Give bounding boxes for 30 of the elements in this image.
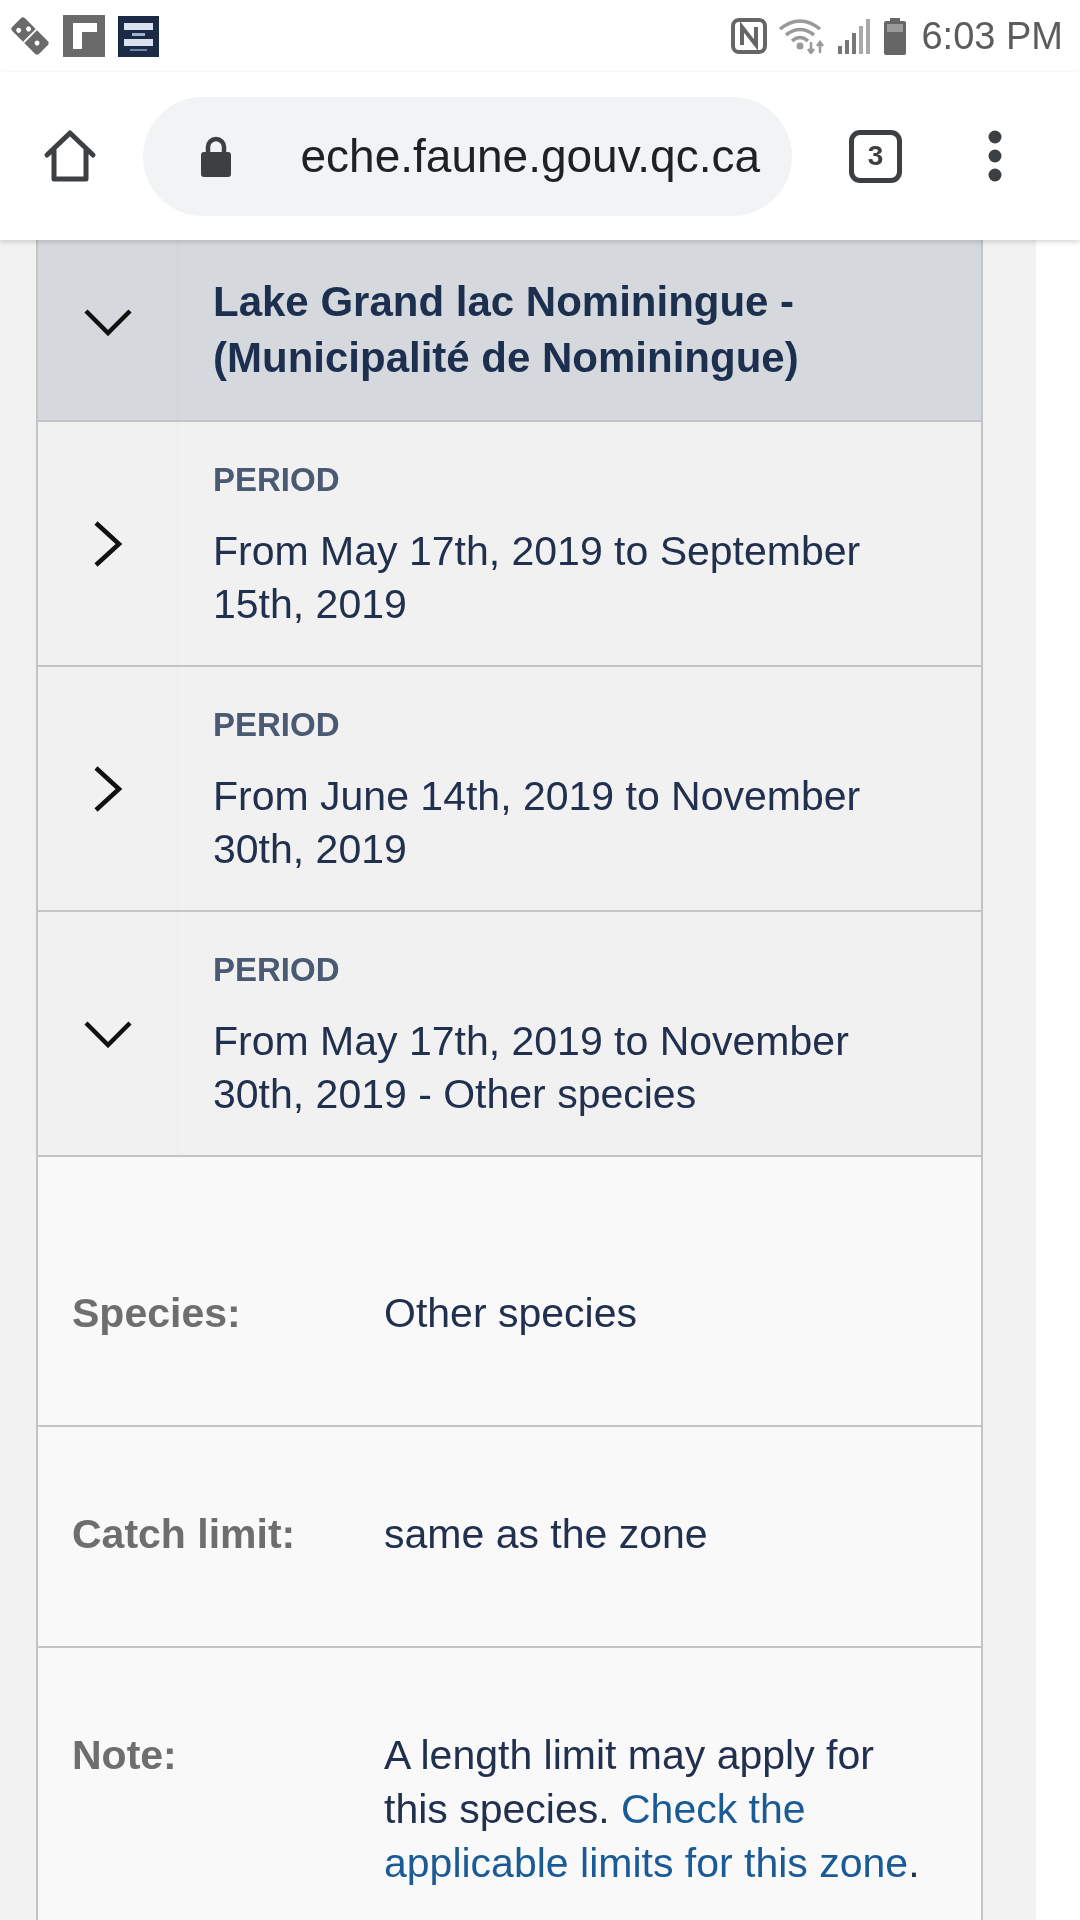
- square-logo-icon: [63, 15, 105, 57]
- period-row[interactable]: PERIOD From May 17th, 2019 to September 15th, 2019: [38, 420, 981, 665]
- period-label: PERIOD: [213, 705, 340, 745]
- lock-icon: [200, 135, 232, 177]
- detail-label: Note:: [72, 1731, 177, 1780]
- detail-label: Species:: [72, 1289, 241, 1338]
- lake-accordion-header[interactable]: Lake Grand lac Nominingue - (Municipalité de Nominingue): [38, 240, 981, 420]
- period-dates: From May 17th, 2019 to November 30th, 2019 - Other species: [213, 1017, 850, 1119]
- detail-value: A length limit may apply for this species. Check the applicable limits for this zone.: [384, 1731, 921, 1888]
- period-label: PERIOD: [213, 950, 340, 990]
- detail-value: Other species: [384, 1289, 637, 1338]
- period-row[interactable]: PERIOD From May 17th, 2019 to November 30th, 2019 - Other species: [38, 910, 981, 1155]
- period-label: PERIOD: [213, 460, 340, 500]
- url-field[interactable]: eche.faune.gouv.qc.ca: [143, 96, 792, 216]
- lake-title: Lake Grand lac Nominingue - (Municipalité de Nominingue): [212, 277, 800, 383]
- detail-value: same as the zone: [384, 1510, 708, 1559]
- more-vertical-icon: [988, 130, 1002, 182]
- period-dates: From May 17th, 2019 to September 15th, 2019: [213, 527, 862, 629]
- detail-label: Catch limit:: [72, 1510, 296, 1559]
- period-dates: From June 14th, 2019 to November 30th, 2019: [213, 772, 862, 874]
- app-tile-icon: [118, 15, 159, 57]
- zone-limits-link[interactable]: applicable limits for this zone: [384, 1840, 909, 1886]
- wifi-icon: [778, 18, 827, 54]
- zone-limits-link[interactable]: Check the: [621, 1786, 806, 1832]
- period-row[interactable]: PERIOD From June 14th, 2019 to November 30th, 2019: [38, 665, 981, 910]
- home-icon: [42, 129, 98, 183]
- battery-icon: [884, 17, 907, 55]
- nfc-icon: [731, 18, 768, 54]
- clock-time: 6:03 PM: [921, 14, 1063, 58]
- tab-count-button[interactable]: 3: [849, 129, 902, 183]
